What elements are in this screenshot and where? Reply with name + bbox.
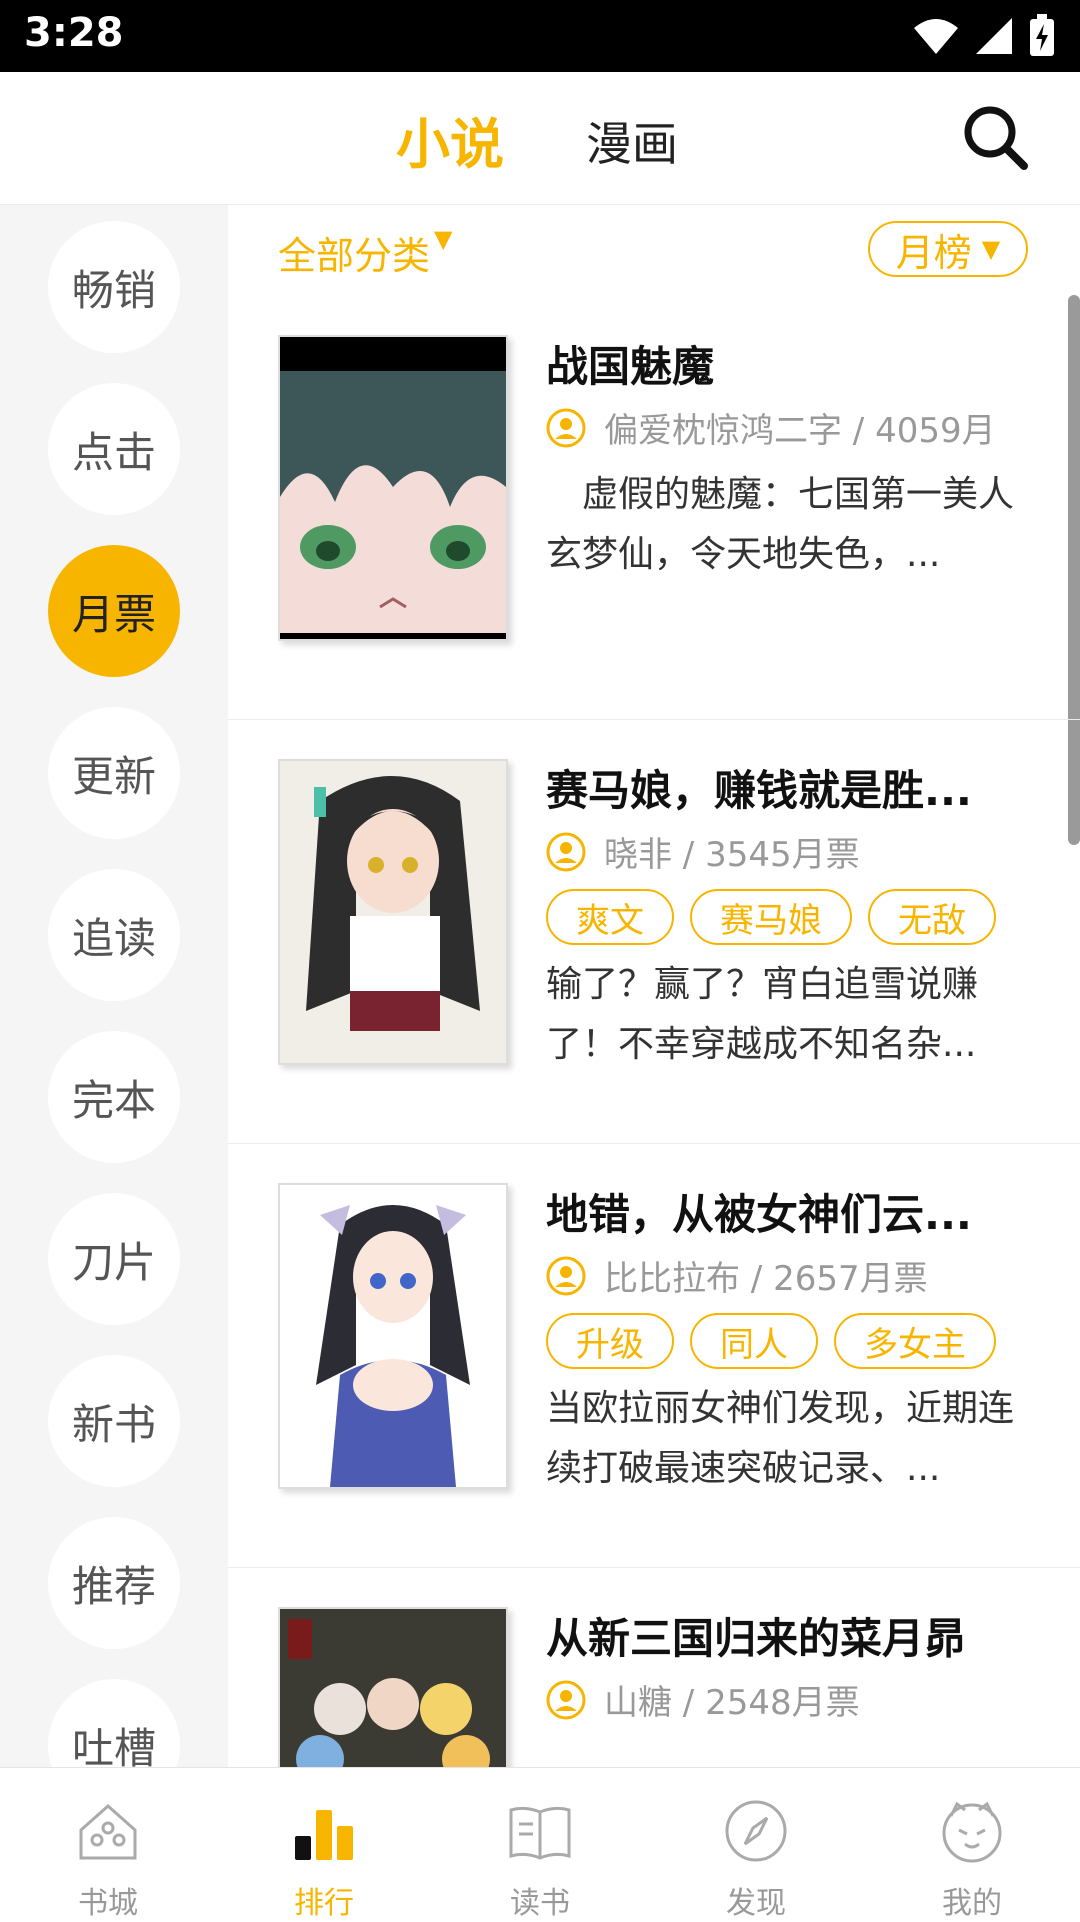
top-bar: 小说 漫画 [0,72,1080,205]
book-author-row: 比比拉布 / 2657月票 [546,1251,928,1300]
signal-icon [976,18,1012,54]
book-author-stats: 比比拉布 / 2657月票 [604,1259,928,1299]
book-cover-image [278,1607,508,1767]
author-avatar-icon [546,1680,586,1719]
book-author-stats: 晓非 / 3545月票 [604,835,860,875]
house-icon [79,1803,137,1860]
sidebar-item-recommend[interactable]: 推荐 [48,1517,180,1649]
category-filter-label: 全部分类 [278,234,431,278]
book-tag[interactable]: 赛马娘 [690,889,852,945]
book-description: 虚假的魅魔：七国第一美人玄梦仙，令天地失色，... [546,474,1015,575]
rank-sidebar: 畅销 点击 月票 更新 追读 完本 刀片 新书 推荐 吐槽 [0,205,228,1767]
author-avatar-icon [546,408,586,447]
nav-discover[interactable]: 发现 [648,1768,864,1921]
search-icon[interactable] [960,102,1030,172]
book-tags: 爽文 赛马娘 无敌 [546,889,996,945]
book-item[interactable]: 战国魅魔 偏爱枕惊鸿二字 / 4059月 虚假的魅魔：七国第一美人玄梦仙，令天地… [228,295,1080,720]
cat-face-icon [942,1801,1002,1863]
book-description: 输了？赢了？宵白追雪说赚了！不幸穿越成不知名杂... [546,964,979,1065]
author-avatar-icon [546,1256,586,1295]
book-tag[interactable]: 升级 [546,1313,674,1369]
caret-down-icon: ▼ [981,235,1001,263]
sidebar-item-monthly-ticket[interactable]: 月票 [48,545,180,677]
book-tag[interactable]: 同人 [690,1313,818,1369]
bar-chart-icon [295,1810,353,1860]
ranking-period-dropdown[interactable]: 月榜 ▼ [868,221,1028,277]
book-list: 全部分类 ▼ 月榜 ▼ 战国魅魔 偏爱枕惊鸿二字 / 4059月 虚假的魅魔：七… [228,205,1080,1767]
nav-label: 排行 [294,1886,354,1921]
book-author-row: 晓非 / 3545月票 [546,827,860,876]
status-bar: 3:28 [0,0,1080,72]
nav-label: 书城 [78,1886,138,1921]
sidebar-item-new-books[interactable]: 新书 [48,1355,180,1487]
battery-icon [1030,14,1054,56]
sidebar-item-clicks[interactable]: 点击 [48,383,180,515]
caret-down-icon: ▼ [434,225,453,253]
book-title: 地错，从被女神们云... [546,1190,972,1239]
book-title: 赛马娘，赚钱就是胜... [546,766,972,815]
book-tag[interactable]: 爽文 [546,889,674,945]
book-author-stats: 偏爱枕惊鸿二字 / 4059月 [604,411,996,451]
book-author-row: 山糖 / 2548月票 [546,1675,860,1724]
book-tag[interactable]: 多女主 [834,1313,996,1369]
book-item[interactable]: 赛马娘，赚钱就是胜... 晓非 / 3545月票 爽文 赛马娘 无敌 输了？赢了… [228,719,1080,1144]
nav-bookstore[interactable]: 书城 [0,1768,216,1921]
nav-reading[interactable]: 读书 [432,1768,648,1921]
category-filter[interactable]: 全部分类 ▼ [278,225,452,280]
nav-profile[interactable]: 我的 [864,1768,1080,1921]
bottom-nav: 书城 排行 读书 发现 我的 [0,1767,1080,1921]
book-cover-image [278,759,508,1065]
nav-label: 发现 [726,1886,786,1921]
sidebar-item-bestseller[interactable]: 畅销 [48,221,180,353]
compass-icon [725,1800,787,1862]
nav-ranking[interactable]: 排行 [216,1768,432,1921]
book-description: 当欧拉丽女神们发现，近期连续打破最速突破记录、... [546,1388,1015,1489]
book-tag[interactable]: 无敌 [868,889,996,945]
wifi-icon [914,19,958,54]
sidebar-item-updates[interactable]: 更新 [48,707,180,839]
sidebar-item-completed[interactable]: 完本 [48,1031,180,1163]
nav-label: 我的 [942,1886,1002,1921]
author-avatar-icon [546,832,586,871]
book-author-row: 偏爱枕惊鸿二字 / 4059月 [546,403,996,452]
book-author-stats: 山糖 / 2548月票 [604,1683,860,1723]
book-item[interactable]: 从新三国归来的菜月昴 山糖 / 2548月票 [228,1567,1080,1767]
status-time: 3:28 [24,10,124,56]
book-icon [509,1806,571,1860]
tab-novel[interactable]: 小说 [396,100,504,179]
book-cover-image [278,335,508,641]
book-title: 战国魅魔 [546,342,715,391]
book-item[interactable]: 地错，从被女神们云... 比比拉布 / 2657月票 升级 同人 多女主 当欧拉… [228,1143,1080,1568]
nav-label: 读书 [510,1886,570,1921]
book-tags: 升级 同人 多女主 [546,1313,996,1369]
sidebar-item-blade[interactable]: 刀片 [48,1193,180,1325]
ranking-period-label: 月榜 [895,230,972,275]
book-cover-image [278,1183,508,1489]
book-title: 从新三国归来的菜月昴 [546,1614,967,1663]
tab-comic[interactable]: 漫画 [586,108,678,174]
sidebar-item-follow-read[interactable]: 追读 [48,869,180,1001]
status-icons [912,12,1056,60]
sidebar-item-roast[interactable]: 吐槽 [48,1679,180,1767]
